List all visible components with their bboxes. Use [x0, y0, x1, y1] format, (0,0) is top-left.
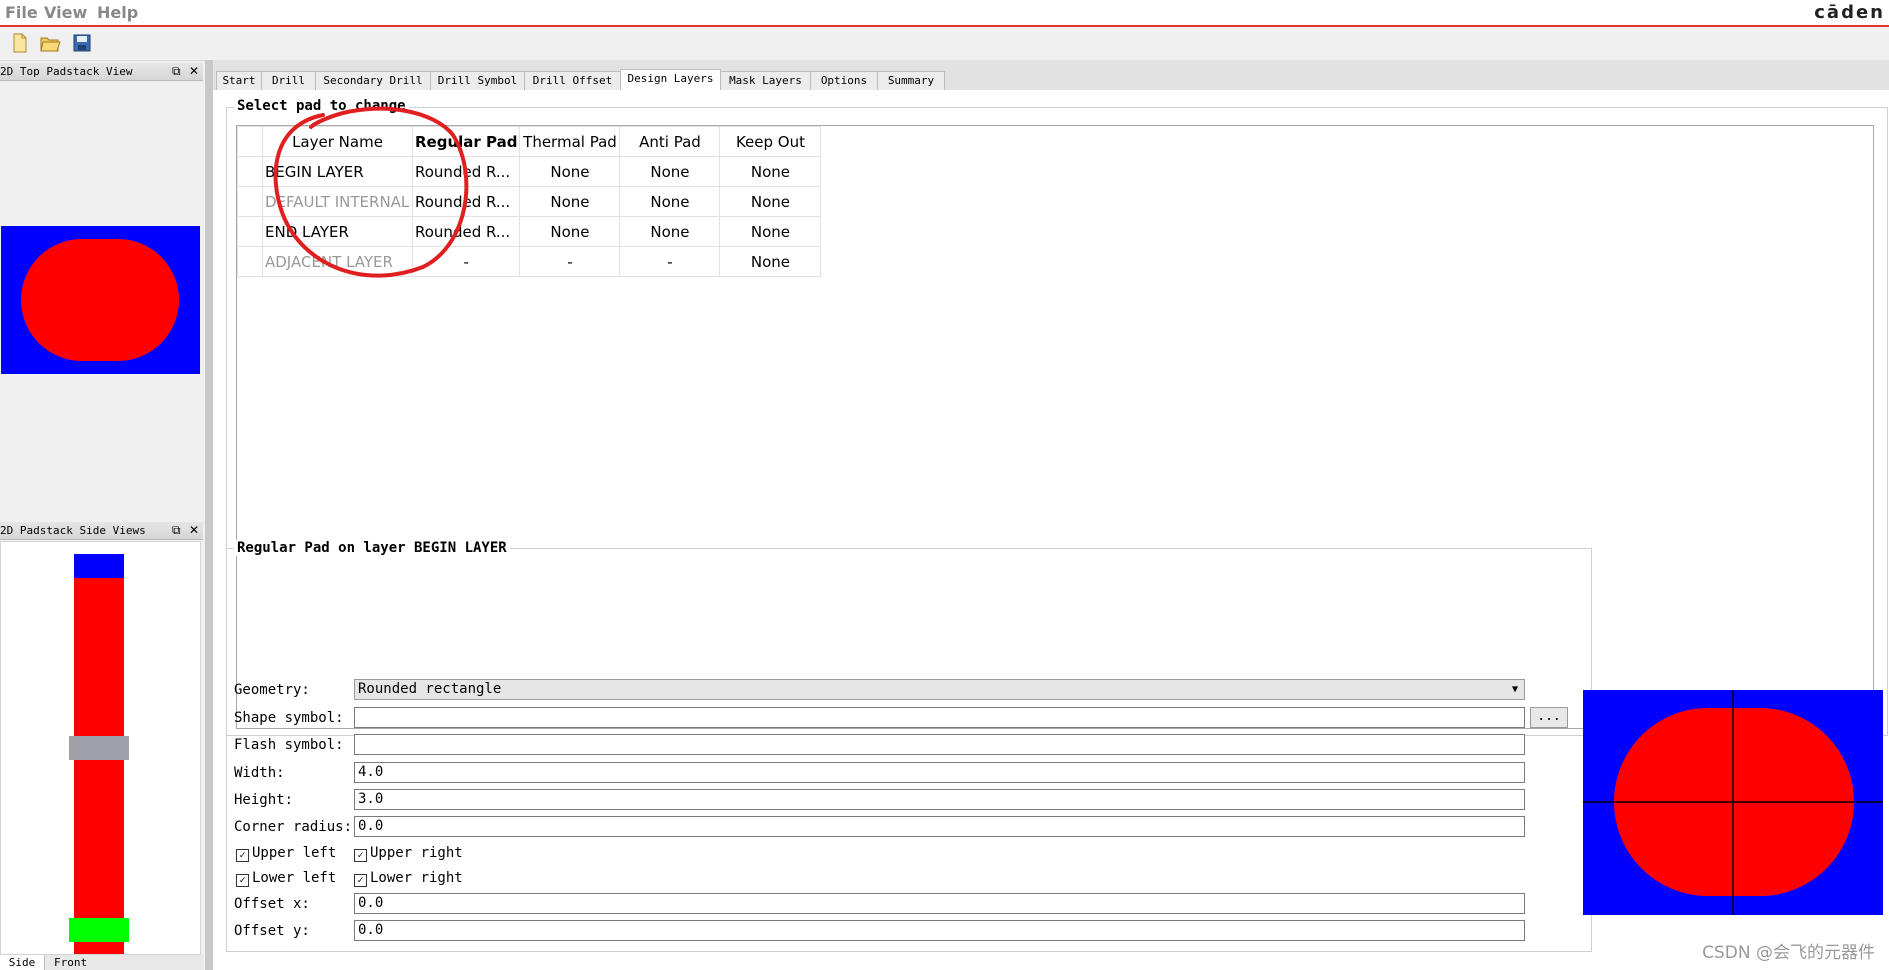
upper-right-checkbox[interactable]: ✓ Upper right [354, 845, 463, 862]
float-icon[interactable]: ⧉ [172, 522, 181, 539]
offset-y-field[interactable]: 0.0 [354, 920, 1525, 941]
tab-bar: Start Drill Secondary Drill Drill Symbol… [213, 60, 1889, 91]
upper-left-checkbox[interactable]: ✓ Upper left [236, 845, 336, 862]
shape-symbol-label: Shape symbol: [234, 710, 344, 726]
shape-symbol-field[interactable] [354, 707, 1525, 728]
close-icon[interactable]: ✕ [189, 63, 199, 80]
close-icon[interactable]: ✕ [189, 522, 199, 539]
tab-mask-layers[interactable]: Mask Layers [720, 71, 811, 90]
col-keep-out[interactable]: Keep Out [719, 126, 822, 157]
col-anti-pad[interactable]: Anti Pad [619, 126, 721, 157]
save-icon[interactable] [71, 32, 93, 54]
offset-x-field[interactable]: 0.0 [354, 893, 1525, 914]
anti-pad-cell[interactable]: None [619, 156, 721, 187]
thermal-pad-cell[interactable]: None [519, 216, 621, 247]
col-thermal-pad[interactable]: Thermal Pad [519, 126, 621, 157]
keep-out-cell[interactable]: None [719, 156, 822, 187]
menu-bar: File View Help cāden [0, 0, 1889, 27]
browse-button[interactable]: ... [1530, 707, 1568, 728]
check-icon: ✓ [354, 874, 367, 887]
float-icon[interactable]: ⧉ [172, 63, 181, 80]
chevron-down-icon: ▼ [1511, 684, 1518, 695]
lower-left-label: Lower left [252, 870, 337, 886]
tab-drill[interactable]: Drill [261, 71, 316, 90]
side-padstack-preview [69, 554, 129, 958]
menu-view[interactable]: View [44, 3, 87, 22]
tab-side[interactable]: Side [0, 955, 45, 970]
brand-logo: cāden [1814, 2, 1885, 23]
upper-right-label: Upper right [370, 845, 463, 861]
side-view-tabbar: Side Front [0, 955, 203, 970]
corner-radius-field[interactable]: 0.0 [354, 816, 1525, 837]
lower-right-label: Lower right [370, 870, 463, 886]
lower-left-checkbox[interactable]: ✓ Lower left [236, 870, 336, 887]
tab-start[interactable]: Start [216, 71, 262, 90]
pad-preview [1583, 690, 1883, 915]
width-label: Width: [234, 765, 285, 781]
check-icon: ✓ [236, 874, 249, 887]
side-view-panel-header: 2D Padstack Side Views ⧉ ✕ [0, 522, 203, 540]
upper-left-label: Upper left [252, 845, 337, 861]
tab-summary[interactable]: Summary [877, 71, 945, 90]
geometry-value: Rounded rectangle [358, 681, 502, 697]
top-view-panel-header: 2D Top Padstack View ⧉ ✕ [0, 63, 203, 81]
geometry-select[interactable]: Rounded rectangle ▼ [354, 679, 1525, 700]
flash-symbol-field[interactable] [354, 734, 1525, 755]
thermal-pad-cell[interactable]: None [519, 156, 621, 187]
side-view-title: 2D Padstack Side Views [0, 524, 146, 537]
thermal-pad-cell[interactable]: - [519, 246, 621, 277]
menu-file[interactable]: File [5, 3, 38, 22]
menu-help[interactable]: Help [97, 3, 138, 22]
top-view-canvas [0, 81, 203, 511]
flash-symbol-label: Flash symbol: [234, 737, 344, 753]
geometry-label: Geometry: [234, 682, 310, 698]
anti-pad-cell[interactable]: - [619, 246, 721, 277]
keep-out-cell[interactable]: None [719, 246, 822, 277]
check-icon: ✓ [354, 849, 367, 862]
tab-design-layers[interactable]: Design Layers [620, 69, 721, 91]
pad-editor-title: Regular Pad on layer BEGIN LAYER [234, 540, 510, 556]
lower-right-checkbox[interactable]: ✓ Lower right [354, 870, 463, 887]
offset-y-label: Offset y: [234, 923, 310, 939]
splitter[interactable] [205, 60, 213, 970]
corner-radius-label: Corner radius: [234, 819, 353, 835]
new-file-icon[interactable] [9, 32, 31, 54]
toolbar [0, 27, 1889, 61]
top-view-title: 2D Top Padstack View [0, 65, 133, 78]
height-field[interactable]: 3.0 [354, 789, 1525, 810]
watermark: CSDN @会飞的元器件 [1702, 943, 1875, 963]
tab-drill-symbol[interactable]: Drill Symbol [430, 71, 525, 90]
tab-front[interactable]: Front [54, 955, 87, 970]
height-label: Height: [234, 792, 294, 808]
width-field[interactable]: 4.0 [354, 762, 1525, 783]
open-folder-icon[interactable] [39, 32, 61, 54]
tab-options[interactable]: Options [810, 71, 878, 90]
side-view-canvas [0, 541, 201, 958]
thermal-pad-cell[interactable]: None [519, 186, 621, 217]
offset-x-label: Offset x: [234, 896, 310, 912]
keep-out-cell[interactable]: None [719, 186, 822, 217]
annotation-circle [273, 106, 469, 278]
tab-secondary-drill[interactable]: Secondary Drill [315, 71, 431, 90]
tab-drill-offset[interactable]: Drill Offset [524, 71, 621, 90]
check-icon: ✓ [236, 849, 249, 862]
anti-pad-cell[interactable]: None [619, 186, 721, 217]
keep-out-cell[interactable]: None [719, 216, 822, 247]
top-pad-preview [1, 226, 200, 374]
anti-pad-cell[interactable]: None [619, 216, 721, 247]
